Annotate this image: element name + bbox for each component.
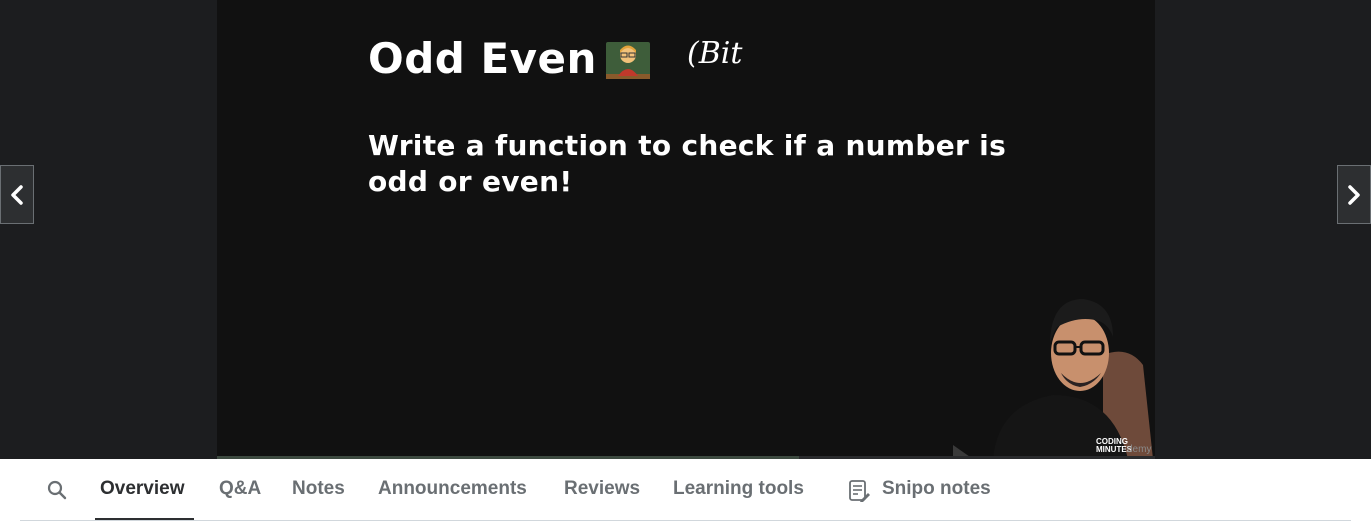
notes-icon — [849, 480, 870, 502]
slide-title: Odd Even — [368, 34, 597, 83]
course-tabs-bar: Overview Q&A Notes Announcements Reviews… — [0, 459, 1371, 527]
video-player[interactable]: Odd Even (Bit Write a function to check … — [0, 0, 1371, 459]
chevron-left-icon — [11, 184, 23, 205]
tab-snipo-notes[interactable]: Snipo notes — [882, 478, 991, 500]
tab-learning-tools[interactable]: Learning tools — [673, 478, 804, 500]
handwritten-note: (Bit — [687, 36, 743, 71]
slide-question: Write a function to check if a number is… — [368, 129, 1007, 198]
next-lecture-button[interactable] — [1337, 165, 1371, 224]
tab-notes[interactable]: Notes — [292, 478, 345, 500]
previous-lecture-button[interactable] — [0, 165, 34, 224]
tab-reviews[interactable]: Reviews — [564, 478, 640, 500]
tabs-divider — [20, 520, 1351, 521]
tab-announcements[interactable]: Announcements — [378, 478, 527, 500]
presenter-webcam: CODING MINUTES demy — [953, 285, 1155, 459]
search-icon[interactable] — [46, 479, 68, 501]
tab-overview[interactable]: Overview — [100, 478, 185, 500]
lecture-slide: Odd Even (Bit Write a function to check … — [217, 0, 1155, 459]
tab-qa[interactable]: Q&A — [219, 478, 261, 500]
chevron-right-icon — [1348, 184, 1360, 205]
teacher-emoji-icon — [606, 42, 650, 79]
watermark: demy — [1127, 444, 1151, 455]
